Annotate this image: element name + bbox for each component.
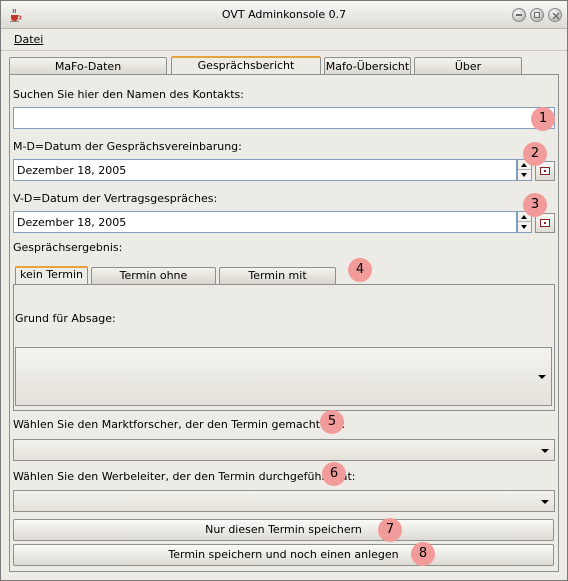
md-date-field[interactable]: Dezember 18, 2005 [13,159,517,181]
contact-search-input[interactable] [13,107,555,129]
close-button[interactable] [548,8,562,22]
maximize-button[interactable] [530,8,544,22]
badge-7: 7 [378,518,402,542]
tab-kein-termin[interactable]: kein Termin [15,266,88,284]
tab-termin-mit-abschluss[interactable]: Termin mit Abschluss [219,267,336,297]
menu-bar: Datei [1,29,567,51]
minimize-button[interactable] [512,8,526,22]
minimize-icon [516,14,522,16]
chevron-down-icon [541,449,549,453]
badge-6: 6 [322,462,346,486]
result-label: Gesprächsergebnis: [13,241,123,254]
arrow-down-icon [521,173,527,177]
md-date-value: Dezember 18, 2005 [17,164,127,177]
close-icon [552,12,560,20]
advertiser-label: Wählen Sie den Werbeleiter, der den Term… [13,470,356,483]
app-window: OVT Adminkonsole 0.7 Datei MaFo-Daten zu… [0,0,568,581]
arrow-up-icon [521,215,527,219]
maximize-icon [534,12,540,18]
vd-date-field[interactable]: Dezember 18, 2005 [13,211,517,233]
arrow-down-icon [521,225,527,229]
chevron-down-icon [538,375,546,379]
vd-spinner-down[interactable] [518,222,531,232]
researcher-label: Wählen Sie den Marktforscher, der den Te… [13,418,346,431]
md-label: M-D=Datum der Gesprächsvereinbarung: [13,140,242,153]
save-only-button[interactable]: Nur diesen Termin speichern [13,519,554,541]
vd-date-value: Dezember 18, 2005 [17,216,127,229]
window-title: OVT Adminkonsole 0.7 [221,8,347,21]
chevron-down-icon [541,500,549,504]
reason-dropdown[interactable] [15,347,552,406]
contact-label: Suchen Sie hier den Namen des Kontakts: [13,88,244,101]
save-and-new-button[interactable]: Termin speichern und noch einen anlegen [13,544,554,566]
advertiser-dropdown[interactable] [13,490,555,512]
vd-label: V-D=Datum der Vertragsgespräches: [13,192,218,205]
title-bar[interactable]: OVT Adminkonsole 0.7 [1,1,567,29]
tab-termin-ohne-abschluss[interactable]: Termin ohne Abschluss [91,267,216,297]
calendar-icon [540,167,550,175]
badge-2: 2 [523,142,547,166]
badge-4: 4 [348,258,372,282]
researcher-dropdown[interactable] [13,439,555,461]
tab-gespraechsbericht[interactable]: Gesprächsbericht eingeben [171,56,321,88]
menu-datei[interactable]: Datei [14,33,43,46]
badge-8: 8 [411,542,435,566]
reason-label: Grund für Absage: [15,312,116,325]
calendar-icon [540,219,550,227]
arrow-up-icon [521,163,527,167]
badge-3: 3 [523,193,547,217]
badge-1: 1 [531,107,555,131]
md-spinner-down[interactable] [518,170,531,180]
badge-5: 5 [320,410,344,434]
